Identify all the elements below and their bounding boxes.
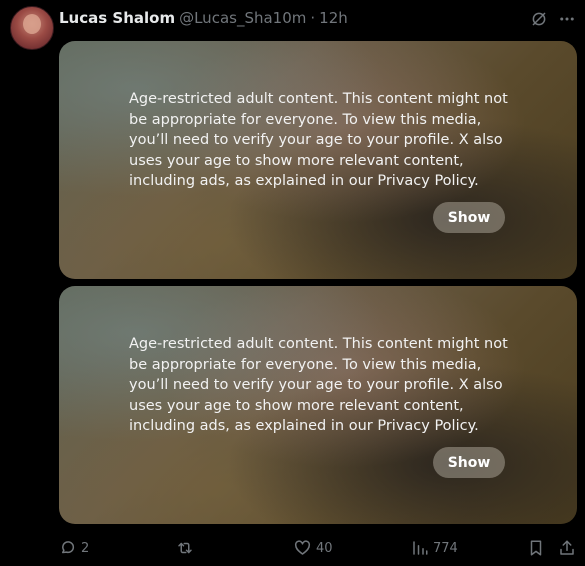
grok-icon[interactable] bbox=[528, 8, 550, 30]
author-handle[interactable]: @Lucas_Sha10m bbox=[179, 9, 306, 27]
bookmark-icon bbox=[527, 539, 545, 557]
reply-button[interactable]: 2 bbox=[59, 536, 89, 560]
separator-dot: · bbox=[310, 9, 316, 27]
media-card: Age-restricted adult content. This conte… bbox=[59, 41, 577, 279]
views-count: 774 bbox=[433, 540, 458, 556]
views-icon bbox=[411, 539, 429, 557]
repost-button[interactable] bbox=[175, 536, 199, 560]
repost-icon bbox=[175, 539, 195, 557]
bookmark-button[interactable] bbox=[527, 536, 545, 560]
heart-icon bbox=[293, 539, 312, 557]
reply-icon bbox=[59, 539, 77, 557]
show-button[interactable]: Show bbox=[433, 447, 505, 478]
tweet-header: Lucas Shalom @Lucas_Sha10m · 12h bbox=[59, 8, 348, 28]
action-bar: 2 40 774 bbox=[0, 536, 585, 560]
timestamp[interactable]: 12h bbox=[319, 9, 348, 27]
author-name[interactable]: Lucas Shalom bbox=[59, 9, 175, 27]
share-icon bbox=[558, 539, 576, 557]
like-count: 40 bbox=[316, 540, 333, 556]
share-button[interactable] bbox=[558, 536, 576, 560]
more-options-icon[interactable] bbox=[556, 8, 578, 30]
like-button[interactable]: 40 bbox=[293, 536, 333, 560]
reply-count: 2 bbox=[81, 540, 90, 556]
avatar[interactable] bbox=[10, 6, 54, 50]
views-button[interactable]: 774 bbox=[411, 536, 458, 560]
media-card: Age-restricted adult content. This conte… bbox=[59, 286, 577, 524]
age-restriction-notice: Age-restricted adult content. This conte… bbox=[129, 91, 508, 189]
show-button[interactable]: Show bbox=[433, 202, 505, 233]
age-restriction-notice: Age-restricted adult content. This conte… bbox=[129, 336, 508, 434]
